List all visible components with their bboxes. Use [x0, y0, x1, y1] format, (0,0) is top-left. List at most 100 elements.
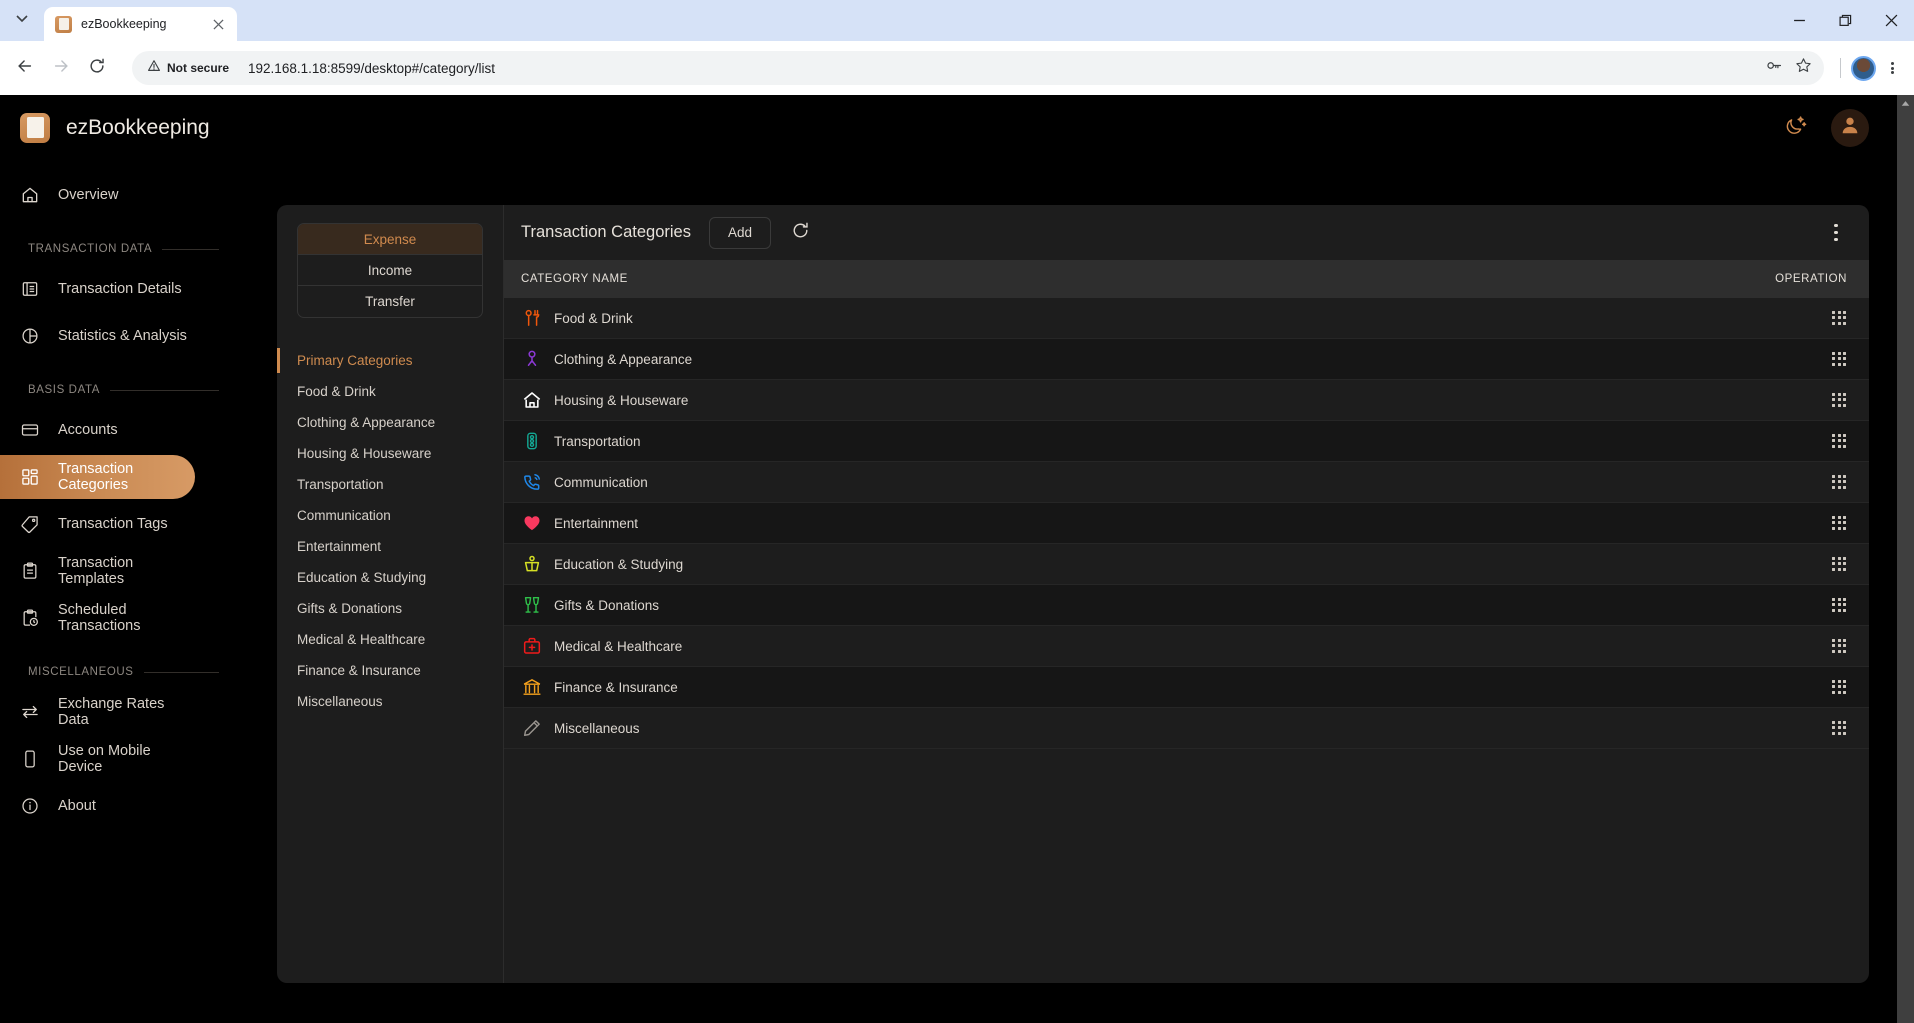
category-nav-item[interactable]: Housing & Houseware — [297, 438, 483, 469]
category-name: Miscellaneous — [554, 720, 640, 736]
category-nav-item[interactable]: Communication — [297, 500, 483, 531]
drag-grid-icon[interactable] — [1832, 720, 1847, 736]
close-icon[interactable] — [210, 16, 227, 33]
tab-income[interactable]: Income — [298, 255, 482, 286]
drag-grid-icon[interactable] — [1832, 597, 1847, 613]
app-header: ezBookkeeping — [0, 95, 1897, 160]
table-row[interactable]: Transportation — [504, 421, 1869, 462]
sidebar-item-exchange-rates-data[interactable]: Exchange Rates Data — [0, 690, 197, 734]
key-icon[interactable] — [1766, 57, 1783, 79]
sidebar-item-transaction-categories[interactable]: Transaction Categories — [0, 455, 195, 499]
browser-menu-button[interactable] — [1878, 51, 1906, 85]
sidebar-item-about[interactable]: About — [0, 784, 197, 828]
user-avatar-icon — [1839, 114, 1861, 141]
page-scrollbar[interactable] — [1897, 95, 1914, 1023]
star-icon[interactable] — [1795, 57, 1812, 79]
clipboard-clock-icon — [20, 608, 40, 628]
back-button[interactable] — [8, 51, 42, 85]
drag-grid-icon[interactable] — [1832, 638, 1847, 654]
category-nav-item[interactable]: Gifts & Donations — [297, 593, 483, 624]
sidebar-item-transaction-templates[interactable]: Transaction Templates — [0, 549, 197, 593]
drag-grid-icon[interactable] — [1832, 392, 1847, 408]
main-header: Transaction Categories Add — [504, 205, 1869, 260]
category-nav-item[interactable]: Finance & Insurance — [297, 655, 483, 686]
heart-icon — [521, 512, 543, 534]
security-indicator[interactable]: Not secure — [147, 59, 229, 78]
browser-tab[interactable]: ezBookkeeping — [44, 7, 237, 41]
first-aid-kit-icon — [521, 635, 543, 657]
theme-toggle-button[interactable] — [1781, 114, 1809, 142]
sidebar-item-label: Accounts — [58, 422, 118, 438]
column-header-operation: OPERATION — [1775, 273, 1847, 285]
security-label: Not secure — [167, 61, 230, 75]
kebab-menu-icon — [1890, 60, 1894, 75]
tab-transfer[interactable]: Transfer — [298, 286, 482, 317]
drag-grid-icon[interactable] — [1832, 515, 1847, 531]
more-options-button[interactable] — [1823, 220, 1849, 246]
sidebar-item-transaction-tags[interactable]: Transaction Tags — [0, 502, 197, 546]
category-nav-item[interactable]: Medical & Healthcare — [297, 624, 483, 655]
sidebar-item-label: Overview — [58, 187, 119, 203]
profile-avatar-icon[interactable] — [1851, 55, 1876, 81]
drag-grid-icon[interactable] — [1832, 556, 1847, 572]
table-row[interactable]: Communication — [504, 462, 1869, 503]
close-window-icon[interactable] — [1868, 0, 1914, 41]
table-row[interactable]: Housing & Houseware — [504, 380, 1869, 421]
sidebar-item-accounts[interactable]: Accounts — [0, 408, 197, 452]
phone-ring-icon — [521, 471, 543, 493]
drag-grid-icon[interactable] — [1832, 474, 1847, 490]
graduation-cap-icon — [521, 553, 543, 575]
refresh-icon — [791, 221, 810, 245]
page-title: Transaction Categories — [521, 223, 691, 241]
category-nav-item[interactable]: Transportation — [297, 469, 483, 500]
drag-grid-icon[interactable] — [1832, 310, 1847, 326]
restore-icon[interactable] — [1822, 0, 1868, 41]
brand[interactable]: ezBookkeeping — [20, 112, 210, 143]
column-header-category-name: CATEGORY NAME — [521, 273, 628, 285]
table-row[interactable]: Education & Studying — [504, 544, 1869, 585]
sidebar-group-miscellaneous: MISCELLANEOUS — [0, 662, 237, 682]
tab-search-button[interactable] — [0, 0, 44, 41]
category-nav-item[interactable]: Miscellaneous — [297, 686, 483, 717]
add-button[interactable]: Add — [708, 216, 772, 249]
clipboard-icon — [20, 561, 40, 581]
caret-up-icon[interactable] — [1897, 95, 1914, 112]
category-nav-item[interactable]: Clothing & Appearance — [297, 407, 483, 438]
tab-title: ezBookkeeping — [81, 17, 167, 31]
table-row[interactable]: Medical & Healthcare — [504, 626, 1869, 667]
sidebar-item-label: Transaction Templates — [58, 555, 134, 587]
category-name: Food & Drink — [554, 310, 633, 326]
home-icon — [20, 185, 40, 205]
drag-grid-icon[interactable] — [1832, 679, 1847, 695]
sidebar: Overview TRANSACTION DATA Transaction De… — [0, 160, 237, 1023]
sidebar-item-label: Transaction Categories — [58, 461, 134, 493]
reload-button[interactable] — [80, 51, 114, 85]
refresh-button[interactable] — [787, 220, 813, 246]
user-avatar[interactable] — [1831, 108, 1869, 147]
grid-squares-icon — [20, 467, 40, 487]
sidebar-item-transaction-details[interactable]: Transaction Details — [0, 267, 197, 311]
table-row[interactable]: Gifts & Donations — [504, 585, 1869, 626]
table-row[interactable]: Miscellaneous — [504, 708, 1869, 749]
browser-window: ezBookkeeping Not secure 192.168.1.18:85… — [0, 0, 1914, 1023]
tab-expense[interactable]: Expense — [298, 224, 482, 255]
drag-grid-icon[interactable] — [1832, 351, 1847, 367]
category-nav-item[interactable]: Food & Drink — [297, 376, 483, 407]
category-nav-item[interactable]: Education & Studying — [297, 562, 483, 593]
table-row[interactable]: Entertainment — [504, 503, 1869, 544]
sidebar-item-overview[interactable]: Overview — [0, 173, 197, 217]
drag-grid-icon[interactable] — [1832, 433, 1847, 449]
minimize-icon[interactable] — [1776, 0, 1822, 41]
sidebar-item-scheduled-transactions[interactable]: Scheduled Transactions — [0, 596, 197, 640]
category-name: Finance & Insurance — [554, 679, 678, 695]
sidebar-item-statistics-analysis[interactable]: Statistics & Analysis — [0, 314, 197, 358]
table-row[interactable]: Clothing & Appearance — [504, 339, 1869, 380]
sidebar-item-use-on-mobile-device[interactable]: Use on Mobile Device — [0, 737, 197, 781]
forward-button[interactable] — [44, 51, 78, 85]
address-bar[interactable]: Not secure 192.168.1.18:8599/desktop#/ca… — [132, 51, 1824, 85]
table-row[interactable]: Finance & Insurance — [504, 667, 1869, 708]
sidebar-item-label: Use on Mobile Device — [58, 743, 151, 775]
category-nav-item[interactable]: Primary Categories — [277, 345, 483, 376]
category-nav-item[interactable]: Entertainment — [297, 531, 483, 562]
table-row[interactable]: Food & Drink — [504, 298, 1869, 339]
